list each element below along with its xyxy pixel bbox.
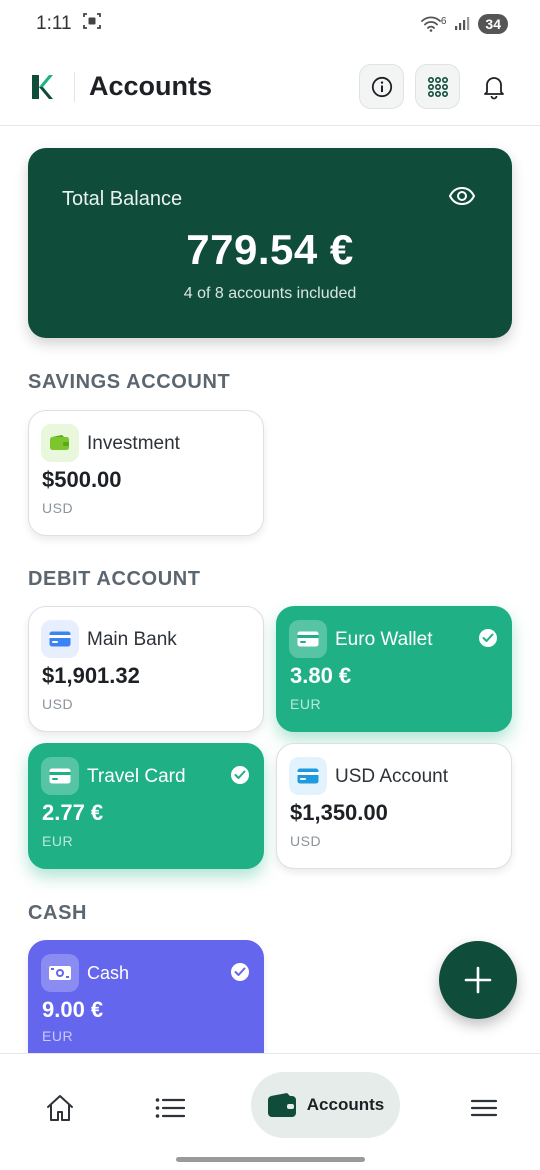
bottom-navigation: Accounts xyxy=(0,1053,540,1170)
signal-icon xyxy=(454,15,470,34)
account-name: Travel Card xyxy=(87,766,186,787)
home-indicator xyxy=(176,1157,365,1162)
account-card-euro-wallet[interactable]: Euro Wallet 3.80 € EUR xyxy=(276,606,512,732)
app-header: Accounts xyxy=(0,48,540,126)
status-time: 1:11 xyxy=(36,13,72,34)
add-account-button[interactable] xyxy=(439,941,517,1019)
notifications-button[interactable] xyxy=(471,64,516,109)
account-amount: 9.00 € xyxy=(42,997,104,1022)
wifi-icon: 6 xyxy=(420,16,447,32)
banknote-icon xyxy=(41,954,79,992)
card-icon xyxy=(41,757,79,795)
account-amount: $500.00 xyxy=(42,467,122,492)
grid-icon xyxy=(427,76,448,97)
account-amount: $1,350.00 xyxy=(290,800,388,825)
account-name: Investment xyxy=(87,433,180,454)
account-amount: 3.80 € xyxy=(290,663,352,688)
check-icon xyxy=(231,766,249,784)
info-icon xyxy=(371,76,392,97)
header-divider xyxy=(74,71,75,102)
account-card-usd-account[interactable]: USD Account $1,350.00 USD xyxy=(276,743,512,869)
screenshot-icon xyxy=(82,11,102,37)
list-icon xyxy=(155,1098,185,1118)
nav-transactions[interactable] xyxy=(148,1086,192,1130)
wallet-icon xyxy=(41,424,79,462)
balance-label: Total Balance xyxy=(62,188,183,210)
account-amount: $1,901.32 xyxy=(42,663,140,688)
account-card-cash[interactable]: Cash 9.00 € EUR xyxy=(28,940,264,1053)
account-card-travel-card[interactable]: Travel Card 2.77 € EUR xyxy=(28,743,264,869)
account-name: Euro Wallet xyxy=(335,629,433,650)
account-name: USD Account xyxy=(335,766,448,787)
total-balance-card: Total Balance 779.54 € 4 of 8 accounts i… xyxy=(28,148,512,338)
account-card-main-bank[interactable]: Main Bank $1,901.32 USD xyxy=(28,606,264,732)
account-currency: EUR xyxy=(42,833,74,849)
nav-home[interactable] xyxy=(38,1086,82,1130)
menu-icon xyxy=(470,1099,498,1117)
section-title-savings: SAVINGS ACCOUNT xyxy=(28,371,231,393)
nav-menu[interactable] xyxy=(462,1086,506,1130)
toggle-visibility-button[interactable] xyxy=(448,186,476,211)
page-title: Accounts xyxy=(89,71,213,101)
check-icon xyxy=(231,963,249,981)
nav-accounts-label: Accounts xyxy=(306,1095,385,1114)
home-icon xyxy=(47,1095,73,1121)
battery-indicator: 34 xyxy=(478,14,508,34)
account-currency: USD xyxy=(42,696,74,712)
app-logo xyxy=(30,74,54,100)
wallet-icon xyxy=(267,1093,296,1117)
eye-icon xyxy=(448,186,476,206)
balance-subtitle: 4 of 8 accounts included xyxy=(183,285,357,302)
account-name: Main Bank xyxy=(87,629,177,650)
account-currency: USD xyxy=(42,500,74,516)
card-icon xyxy=(41,620,79,658)
account-card-investment[interactable]: Investment $500.00 USD xyxy=(28,410,264,536)
bell-icon xyxy=(483,76,504,99)
card-icon xyxy=(289,757,327,795)
nav-accounts[interactable]: Accounts xyxy=(251,1072,400,1138)
account-name: Cash xyxy=(87,963,130,983)
wifi-generation: 6 xyxy=(440,16,447,27)
check-icon xyxy=(479,629,497,647)
account-currency: EUR xyxy=(290,696,322,712)
info-button[interactable] xyxy=(359,64,404,109)
section-title-debit: DEBIT ACCOUNT xyxy=(28,568,201,590)
account-currency: EUR xyxy=(42,1028,74,1044)
plus-icon xyxy=(464,966,492,994)
account-currency: USD xyxy=(290,833,322,849)
status-bar: 1:11 6 34 xyxy=(0,0,540,48)
apps-grid-button[interactable] xyxy=(415,64,460,109)
card-icon xyxy=(289,620,327,658)
account-amount: 2.77 € xyxy=(42,800,104,825)
balance-amount: 779.54 € xyxy=(186,226,354,273)
section-title-cash: CASH xyxy=(28,902,88,924)
